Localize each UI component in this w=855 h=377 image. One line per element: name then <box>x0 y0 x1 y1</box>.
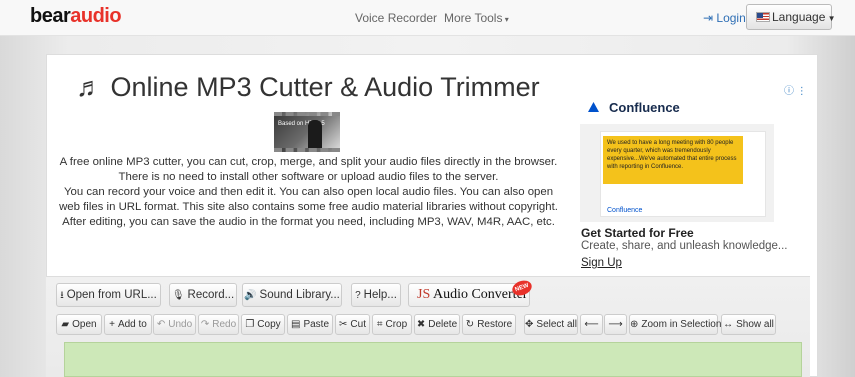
arrow-right-button[interactable]: ⟶ <box>604 314 627 335</box>
restore-button[interactable]: ↻ Restore <box>462 314 516 335</box>
question-icon: ? <box>355 290 361 301</box>
show-all-label: Show all <box>736 319 774 330</box>
chevron-down-icon: ▼ <box>825 14 836 23</box>
language-button[interactable]: Language ▼ <box>746 4 836 30</box>
js-prefix: JS <box>417 287 431 302</box>
open-label: Open <box>72 319 97 330</box>
ad-card-brand: Confluence <box>607 207 642 214</box>
ad-info-icon[interactable]: ⓘ ⋮ <box>784 82 807 97</box>
logo-bear-text: bear <box>30 5 71 27</box>
ad-brand: Confluence <box>609 100 680 115</box>
arrow-left-icon: ⟵ <box>584 319 599 330</box>
site-logo[interactable]: bearaudio <box>30 5 122 28</box>
undo-button[interactable]: ↶ Undo <box>153 314 196 335</box>
nav-login-label: Login <box>716 11 746 25</box>
undo-label: Undo <box>168 319 193 330</box>
zoom-icon: ⊕ <box>630 319 639 330</box>
zoom-in-selection-label: Zoom in Selection <box>641 319 722 330</box>
zoom-in-selection-button[interactable]: ⊕ Zoom in Selection <box>629 314 722 335</box>
nav-voice-recorder[interactable]: Voice Recorder <box>355 11 437 25</box>
help-button[interactable]: ? Help... <box>351 283 401 307</box>
close-icon: ✖ <box>416 319 426 330</box>
description-paragraph-2: You can record your voice and then edit … <box>59 186 558 228</box>
arrows-expand-icon: ✥ <box>525 319 534 330</box>
nav-more-tools[interactable]: More Tools ▾ <box>444 11 509 25</box>
scissors-icon: ✂ <box>339 319 348 330</box>
microphone-icon: 🎙 <box>171 290 185 301</box>
copy-icon: ❐ <box>245 319 255 330</box>
undo-icon: ↶ <box>156 319 166 330</box>
redo-button[interactable]: ↷ Redo <box>198 314 239 335</box>
show-all-button[interactable]: ↔ Show all <box>721 314 776 335</box>
ad-more-icon[interactable]: ⋮ <box>797 86 807 97</box>
arrow-left-button[interactable]: ⟵ <box>580 314 603 335</box>
record-button[interactable]: 🎙 Record... <box>169 283 237 307</box>
intro-video-thumbnail[interactable]: Based on HTML5 <box>274 112 340 152</box>
open-url-label: Open from URL... <box>66 289 157 301</box>
ad-sign-up-link[interactable]: Sign Up <box>581 257 622 269</box>
login-icon: ⇥ <box>703 11 717 25</box>
crop-icon: ⌗ <box>376 319 383 330</box>
restore-label: Restore <box>477 319 513 330</box>
nav-login[interactable]: ⇥ Login <box>703 11 746 25</box>
open-url-button[interactable]: ⭳ Open from URL... <box>56 283 161 307</box>
plus-icon: + <box>109 319 115 330</box>
logo-audio-text: audio <box>70 5 122 27</box>
ad-card-brand-label: Confluence <box>607 207 643 214</box>
description-paragraph-1: A free online MP3 cutter, you can cut, c… <box>59 156 558 183</box>
navbar: bearaudio Voice Recorder More Tools ▾ ⇥ … <box>0 0 855 36</box>
download-icon: ⭳ <box>60 290 64 301</box>
paste-icon: ▤ <box>290 319 301 330</box>
open-button[interactable]: ▰ Open <box>56 314 102 335</box>
crop-label: Crop <box>385 319 408 330</box>
cut-label: Cut <box>350 319 366 330</box>
paste-button[interactable]: ▤ Paste <box>287 314 333 335</box>
folder-open-icon: ▰ <box>61 319 70 330</box>
nav-more-tools-label: More Tools <box>444 11 503 25</box>
page-title-text: Online MP3 Cutter & Audio Trimmer <box>110 72 540 102</box>
confluence-logo-icon <box>588 102 599 112</box>
copy-button[interactable]: ❐ Copy <box>241 314 285 335</box>
add-to-button[interactable]: + Add to <box>104 314 152 335</box>
intro-description: A free online MP3 cutter, you can cut, c… <box>56 155 561 230</box>
ad-headline[interactable]: Get Started for Free <box>581 226 694 240</box>
volume-icon: 🔊 <box>244 290 257 301</box>
arrows-horizontal-icon: ↔ <box>723 319 734 330</box>
language-label: Language <box>772 10 826 24</box>
ad-body: Create, share, and unleash knowledge... <box>581 240 788 252</box>
redo-icon: ↷ <box>200 319 210 330</box>
arrow-right-icon: ⟶ <box>608 319 623 330</box>
paste-label: Paste <box>303 319 330 330</box>
redo-label: Redo <box>212 319 237 330</box>
chevron-down-icon: ▾ <box>502 15 509 24</box>
select-all-button[interactable]: ✥ Select all <box>524 314 578 335</box>
restore-icon: ↻ <box>465 319 475 330</box>
us-flag-icon <box>756 12 770 22</box>
delete-label: Delete <box>428 319 458 330</box>
copy-label: Copy <box>257 319 281 330</box>
sound-library-label: Sound Library... <box>259 289 340 301</box>
sound-library-button[interactable]: 🔊 Sound Library... <box>242 283 342 307</box>
music-note-icon: ♬ <box>76 72 103 102</box>
thumbnail-person <box>308 120 322 148</box>
select-all-label: Select all <box>536 319 577 330</box>
ad-quote-text: We used to have a long meeting with 80 p… <box>607 140 737 170</box>
delete-button[interactable]: ✖ Delete <box>414 314 460 335</box>
record-label: Record... <box>187 289 235 301</box>
page-title: ♬ Online MP3 Cutter & Audio Trimmer <box>76 72 540 103</box>
crop-button[interactable]: ⌗ Crop <box>372 314 412 335</box>
waveform-area[interactable] <box>64 342 802 377</box>
help-label: Help... <box>363 289 397 301</box>
cut-button[interactable]: ✂ Cut <box>335 314 370 335</box>
add-to-label: Add to <box>117 319 147 330</box>
